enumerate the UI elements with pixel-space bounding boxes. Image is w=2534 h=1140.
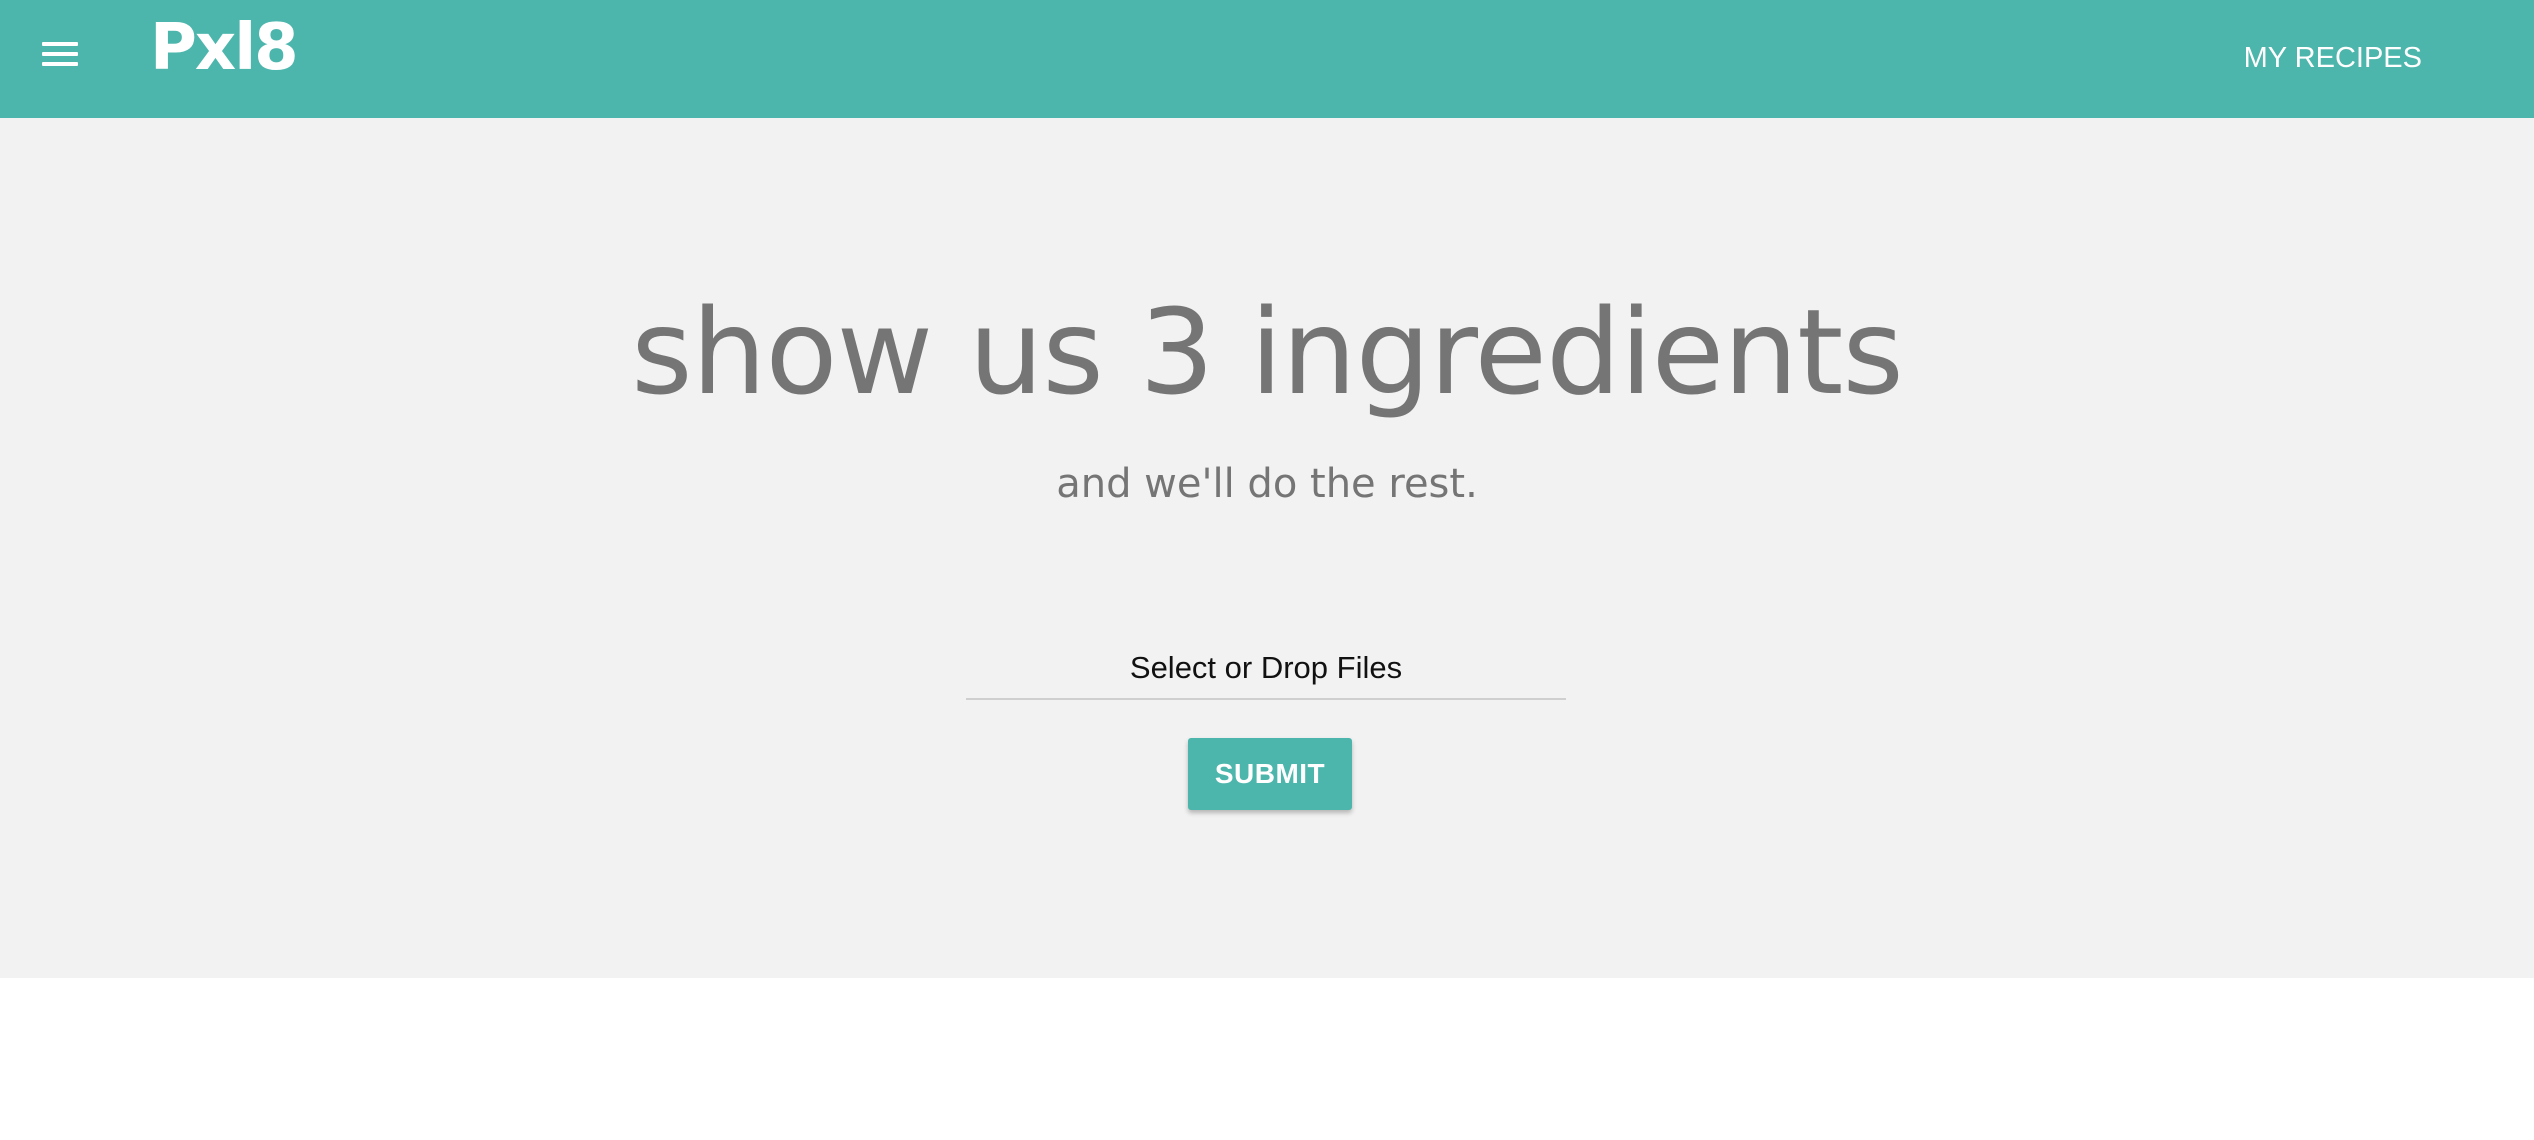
top-navbar: Pxl8 MY RECIPES	[0, 0, 2534, 118]
menu-bar-top	[42, 42, 78, 46]
hamburger-menu-icon[interactable]	[40, 36, 82, 72]
hero-section: show us 3 ingredients and we'll do the r…	[0, 118, 2534, 978]
my-recipes-link[interactable]: MY RECIPES	[2244, 34, 2422, 82]
file-upload-field[interactable]: Select or Drop Files	[966, 638, 1566, 700]
hero-subheadline: and we'll do the rest.	[1056, 461, 1478, 507]
submit-button[interactable]: SUBMIT	[1188, 738, 1352, 810]
menu-bar-bottom	[42, 62, 78, 66]
hero-headline: show us 3 ingredients	[631, 283, 1904, 421]
brand-logo[interactable]: Pxl8	[150, 8, 299, 88]
menu-bar-middle	[42, 52, 78, 56]
